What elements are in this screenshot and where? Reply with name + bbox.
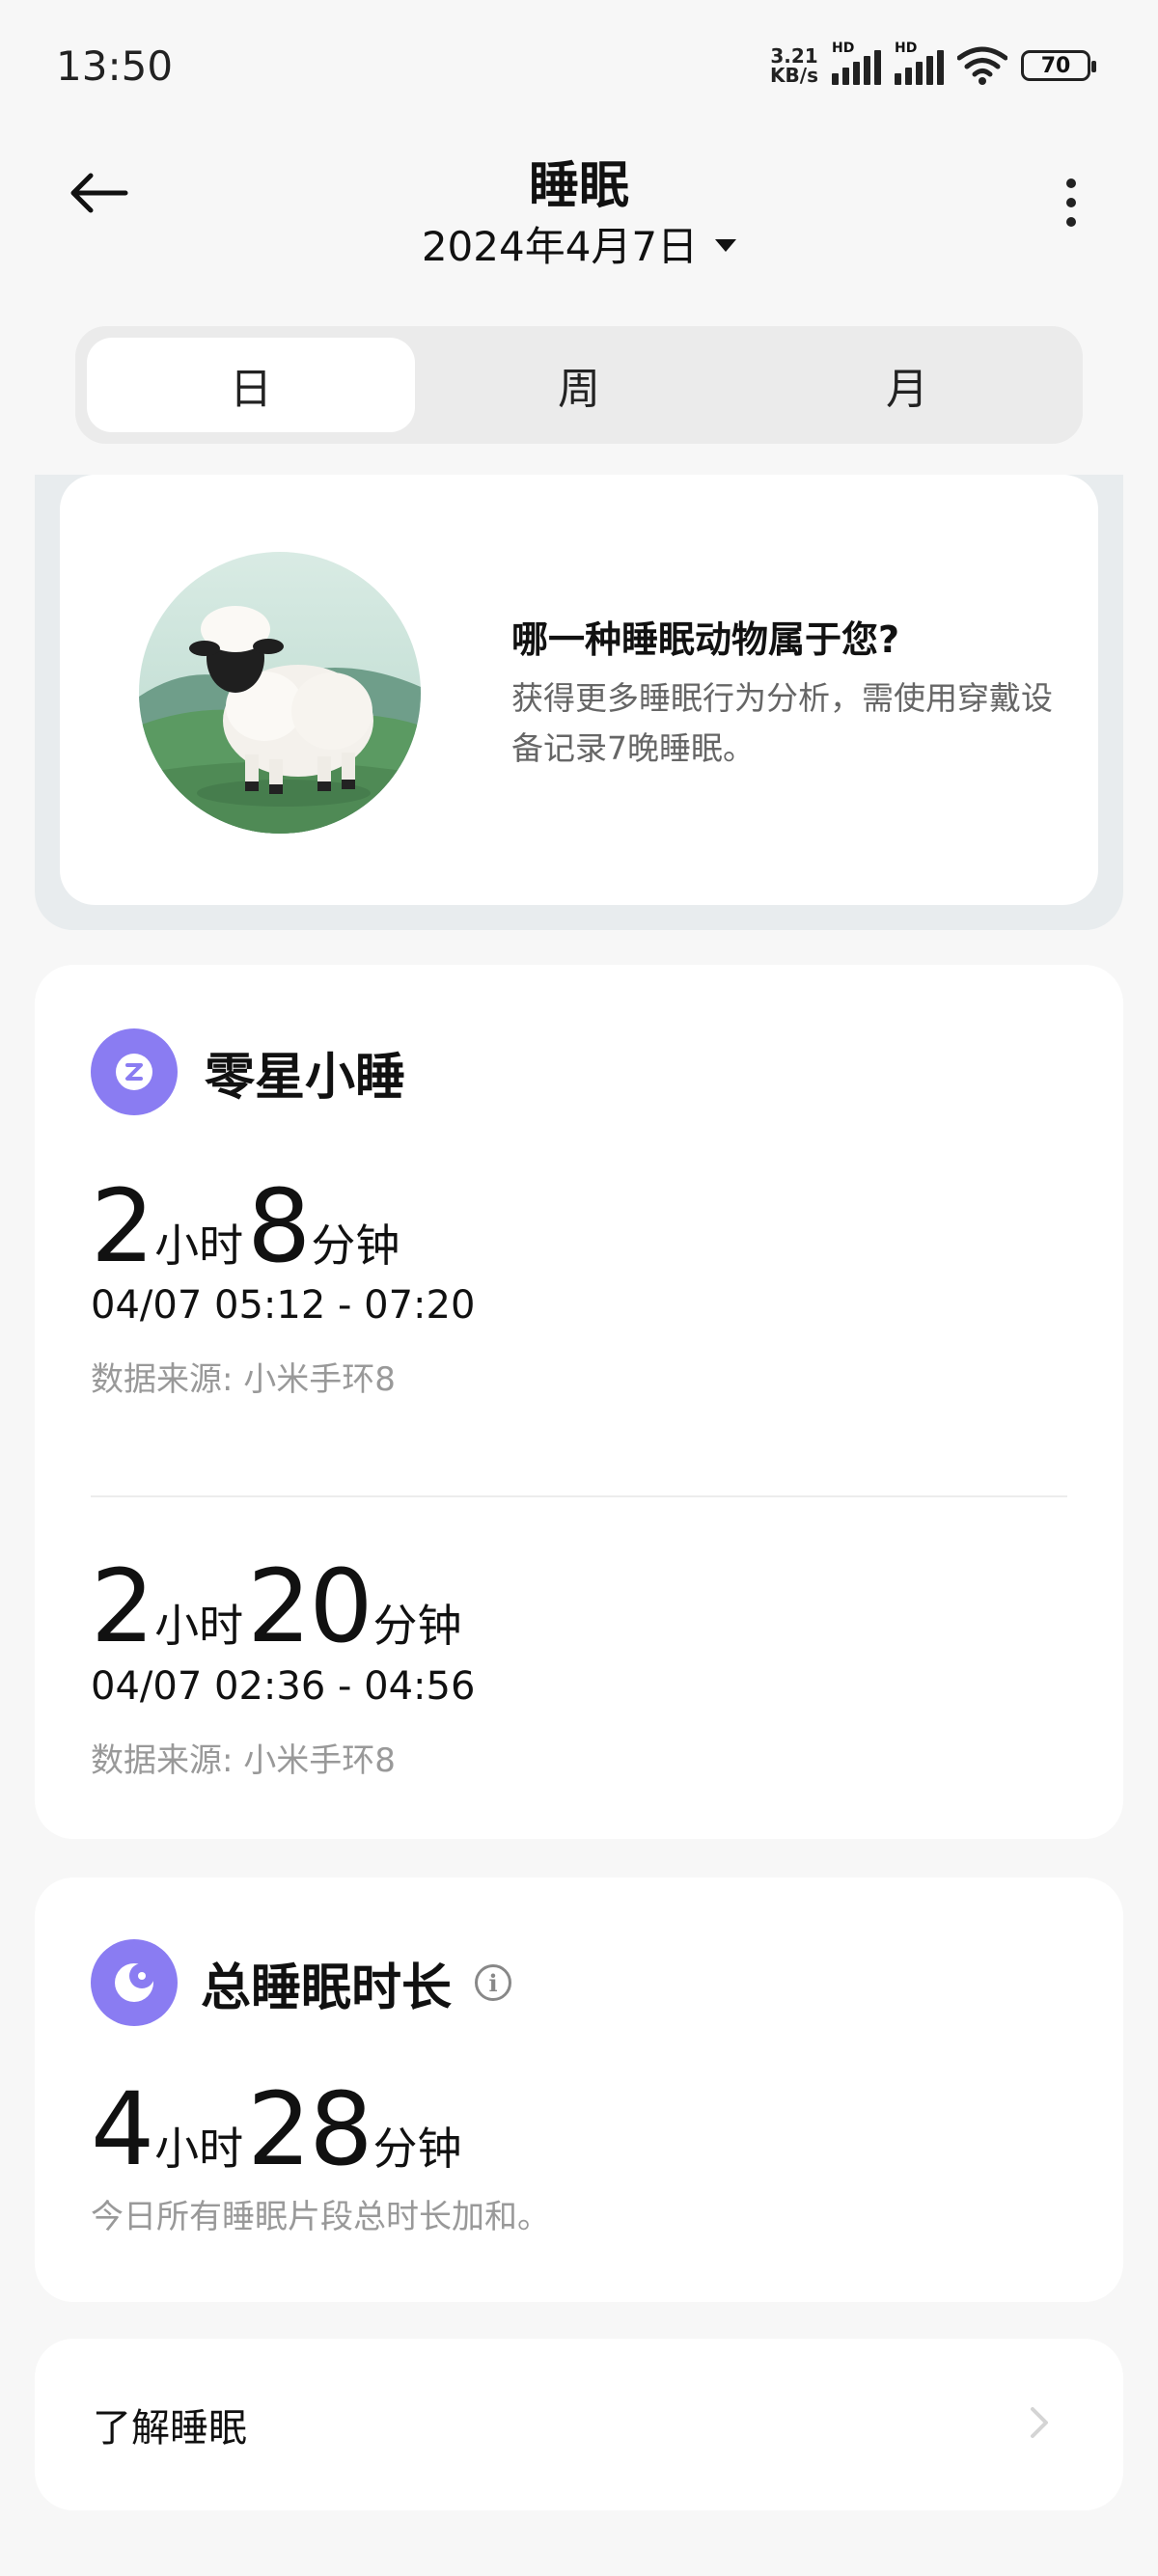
learn-sleep-label: 了解睡眠	[93, 2406, 247, 2451]
promo-container: 哪一种睡眠动物属于您? 获得更多睡眠行为分析，需使用穿戴设备记录7晚睡眠。	[35, 475, 1123, 930]
network-speed-unit: KB/s	[770, 64, 818, 87]
more-dot-icon	[1066, 178, 1076, 188]
status-bar: 13:50 3.21 KB/s HD HD 70	[0, 0, 1158, 135]
nap-1-minutes: 8	[247, 1167, 311, 1285]
promo-description: 获得更多睡眠行为分析，需使用穿戴设备记录7晚睡眠。	[511, 679, 1053, 767]
nap-1-minute-unit: 分钟	[311, 1219, 400, 1272]
wifi-icon	[957, 46, 1007, 85]
tab-day[interactable]: 日	[87, 338, 415, 432]
total-hours: 4	[91, 2070, 154, 2188]
battery-icon: 70	[1021, 50, 1096, 81]
total-duration: 4 小时 28 分钟	[91, 2070, 466, 2188]
date-picker[interactable]: 2024年4月7日	[0, 214, 1158, 273]
nap-card-header: 零星小睡	[91, 1028, 405, 1115]
nap-1-hour-unit: 小时	[154, 1219, 244, 1272]
hd-label-2: HD	[895, 41, 918, 56]
caret-down-icon	[715, 239, 737, 252]
total-minutes: 28	[247, 2070, 372, 2188]
nap-2-data-source: 数据来源: 小米手环8	[91, 1741, 396, 1780]
period-tabs: 日 周 月	[75, 326, 1083, 444]
more-dot-icon	[1066, 198, 1076, 207]
signal-1-icon: HD	[832, 41, 881, 85]
nap-2-hours: 2	[91, 1548, 154, 1665]
hd-label-1: HD	[832, 41, 855, 56]
promo-title: 哪一种睡眠动物属于您?	[511, 618, 900, 661]
sheep-illustration	[139, 552, 421, 834]
nap-2-minute-unit: 分钟	[372, 1600, 462, 1652]
nap-duration-1: 2 小时 8 分钟	[91, 1167, 403, 1285]
network-speed-value: 3.21	[770, 44, 818, 68]
signal-2-icon: HD	[895, 41, 944, 85]
tab-week[interactable]: 周	[415, 338, 743, 432]
nap-divider	[91, 1495, 1067, 1497]
network-speed: 3.21 KB/s	[770, 46, 818, 85]
total-note: 今日所有睡眠片段总时长加和。	[91, 2198, 550, 2236]
nap-duration-2: 2 小时 20 分钟	[91, 1548, 466, 1665]
nap-2-time-range: 04/07 02:36 - 04:56	[91, 1664, 476, 1709]
tab-month[interactable]: 月	[743, 338, 1071, 432]
nap-2-hour-unit: 小时	[154, 1600, 244, 1652]
nap-z-icon	[91, 1028, 178, 1115]
total-minute-unit: 分钟	[372, 2123, 462, 2175]
battery-level: 70	[1040, 53, 1071, 78]
nap-1-data-source: 数据来源: 小米手环8	[91, 1360, 396, 1399]
page-title: 睡眠	[528, 157, 629, 215]
sleep-animal-card[interactable]: 哪一种睡眠动物属于您? 获得更多睡眠行为分析，需使用穿戴设备记录7晚睡眠。	[60, 475, 1098, 905]
more-options-button[interactable]	[1042, 174, 1100, 232]
info-icon[interactable]: i	[475, 1964, 512, 2001]
more-dot-icon	[1066, 217, 1076, 227]
moon-icon	[91, 1939, 178, 2026]
status-time: 13:50	[56, 42, 174, 90]
status-icons: 3.21 KB/s HD HD 70	[770, 41, 1096, 85]
total-card-title: 总睡眠时长	[201, 1959, 453, 2017]
nap-1-hours: 2	[91, 1167, 154, 1285]
date-label: 2024年4月7日	[421, 223, 699, 270]
learn-sleep-row[interactable]: 了解睡眠	[35, 2339, 1123, 2510]
nap-1-time-range: 04/07 05:12 - 07:20	[91, 1283, 476, 1328]
total-hour-unit: 小时	[154, 2123, 244, 2175]
nap-2-minutes: 20	[247, 1548, 372, 1665]
chevron-right-icon	[1031, 2407, 1048, 2438]
total-card-header: 总睡眠时长 i	[91, 1939, 512, 2026]
nap-card[interactable]: 零星小睡 2 小时 8 分钟 04/07 05:12 - 07:20 数据来源:…	[35, 965, 1123, 1839]
total-sleep-card[interactable]: 总睡眠时长 i 4 小时 28 分钟 今日所有睡眠片段总时长加和。	[35, 1877, 1123, 2302]
nap-card-title: 零星小睡	[205, 1048, 406, 1107]
